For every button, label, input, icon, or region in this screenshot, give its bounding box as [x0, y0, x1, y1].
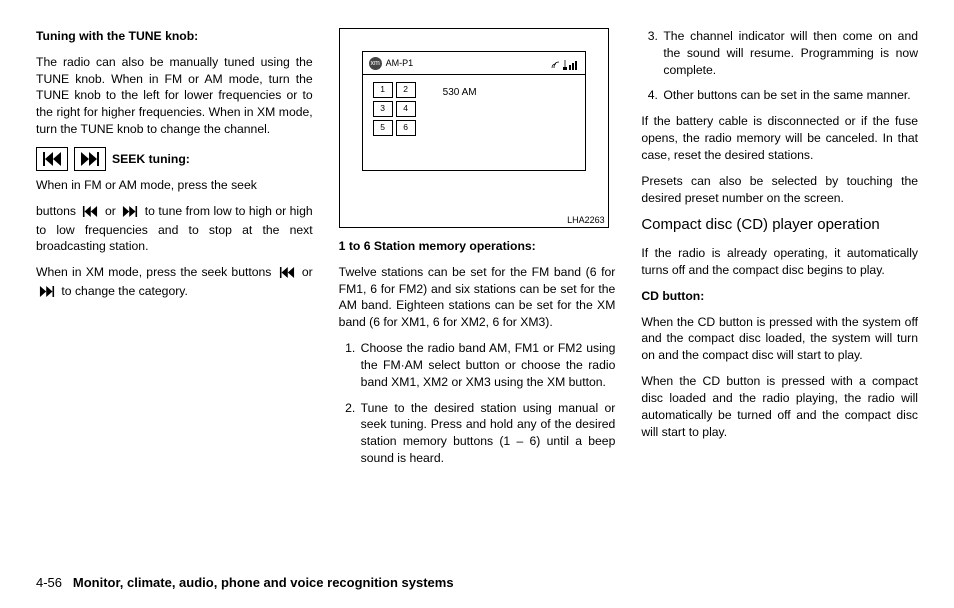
- figure-id: LHA2263: [567, 214, 605, 226]
- text: or: [105, 204, 116, 218]
- text: buttons: [36, 204, 76, 218]
- column-2: xm AM-P1: [339, 28, 616, 550]
- list-item: Choose the radio band AM, FM1 or FM2 usi…: [359, 340, 616, 390]
- seek-next-button-illust: [74, 147, 106, 171]
- heading-tune-knob: Tuning with the TUNE knob:: [36, 28, 313, 45]
- screen-header: xm AM-P1: [369, 56, 579, 71]
- preset-cell: 1: [373, 82, 393, 98]
- paragraph: Twelve stations can be set for the FM ba…: [339, 264, 616, 331]
- preset-cell: 6: [396, 120, 416, 136]
- preset-cell: 2: [396, 82, 416, 98]
- column-3: The channel indicator will then come on …: [641, 28, 918, 550]
- frequency-label: 530 AM: [443, 86, 477, 100]
- seek-prev-icon: [279, 266, 295, 283]
- paragraph: When the CD button is pressed with a com…: [641, 373, 918, 440]
- paragraph: When the CD button is pressed with the s…: [641, 314, 918, 364]
- paragraph: When in XM mode, press the seek buttons …: [36, 264, 313, 302]
- seek-prev-button-illust: [36, 147, 68, 171]
- seek-next-icon: [122, 205, 138, 222]
- text: to change the category.: [61, 284, 187, 298]
- signal-icon: [551, 58, 579, 70]
- paragraph: When in FM or AM mode, press the seek: [36, 177, 313, 194]
- heading-station-memory: 1 to 6 Station memory operations:: [339, 238, 616, 255]
- screen-frame: xm AM-P1: [362, 51, 586, 171]
- paragraph: buttons or to tune from low to high or h…: [36, 203, 313, 255]
- list-item: Tune to the desired station using manual…: [359, 400, 616, 467]
- preset-grid: 1 2 3 4 5 6: [373, 82, 416, 136]
- text: or: [302, 265, 313, 279]
- heading-cd-button: CD button:: [641, 288, 918, 305]
- list-item: Other buttons can be set in the same man…: [661, 87, 918, 104]
- seek-next-icon: [39, 285, 55, 302]
- paragraph: Presets can also be selected by touching…: [641, 173, 918, 207]
- paragraph: The radio can also be manually tuned usi…: [36, 54, 313, 138]
- column-1: Tuning with the TUNE knob: The radio can…: [36, 28, 313, 550]
- ordered-list: Choose the radio band AM, FM1 or FM2 usi…: [339, 340, 616, 467]
- radio-screen-illustration: xm AM-P1: [339, 28, 609, 228]
- heading-seek-tuning: SEEK tuning:: [112, 151, 190, 168]
- chapter-title: Monitor, climate, audio, phone and voice…: [73, 575, 454, 590]
- preset-cell: 4: [396, 101, 416, 117]
- manual-page: Tuning with the TUNE knob: The radio can…: [0, 0, 954, 608]
- heading-cd-operation: Compact disc (CD) player operation: [641, 215, 918, 236]
- xm-badge-icon: xm: [369, 57, 382, 70]
- seek-prev-icon: [82, 205, 98, 222]
- paragraph: If the battery cable is disconnected or …: [641, 113, 918, 163]
- page-footer: 4-56 Monitor, climate, audio, phone and …: [36, 575, 454, 590]
- band-label: AM-P1: [386, 57, 414, 69]
- preset-cell: 5: [373, 120, 393, 136]
- text: When in XM mode, press the seek buttons: [36, 265, 271, 279]
- columns: Tuning with the TUNE knob: The radio can…: [36, 28, 918, 550]
- list-item: The channel indicator will then come on …: [661, 28, 918, 78]
- preset-cell: 3: [373, 101, 393, 117]
- seek-buttons-illust: SEEK tuning:: [36, 147, 313, 171]
- paragraph: If the radio is already operating, it au…: [641, 245, 918, 279]
- ordered-list-cont: The channel indicator will then come on …: [641, 28, 918, 104]
- text: to tune from low to high or high to low …: [36, 204, 313, 254]
- divider: [363, 74, 585, 75]
- page-number: 4-56: [36, 575, 62, 590]
